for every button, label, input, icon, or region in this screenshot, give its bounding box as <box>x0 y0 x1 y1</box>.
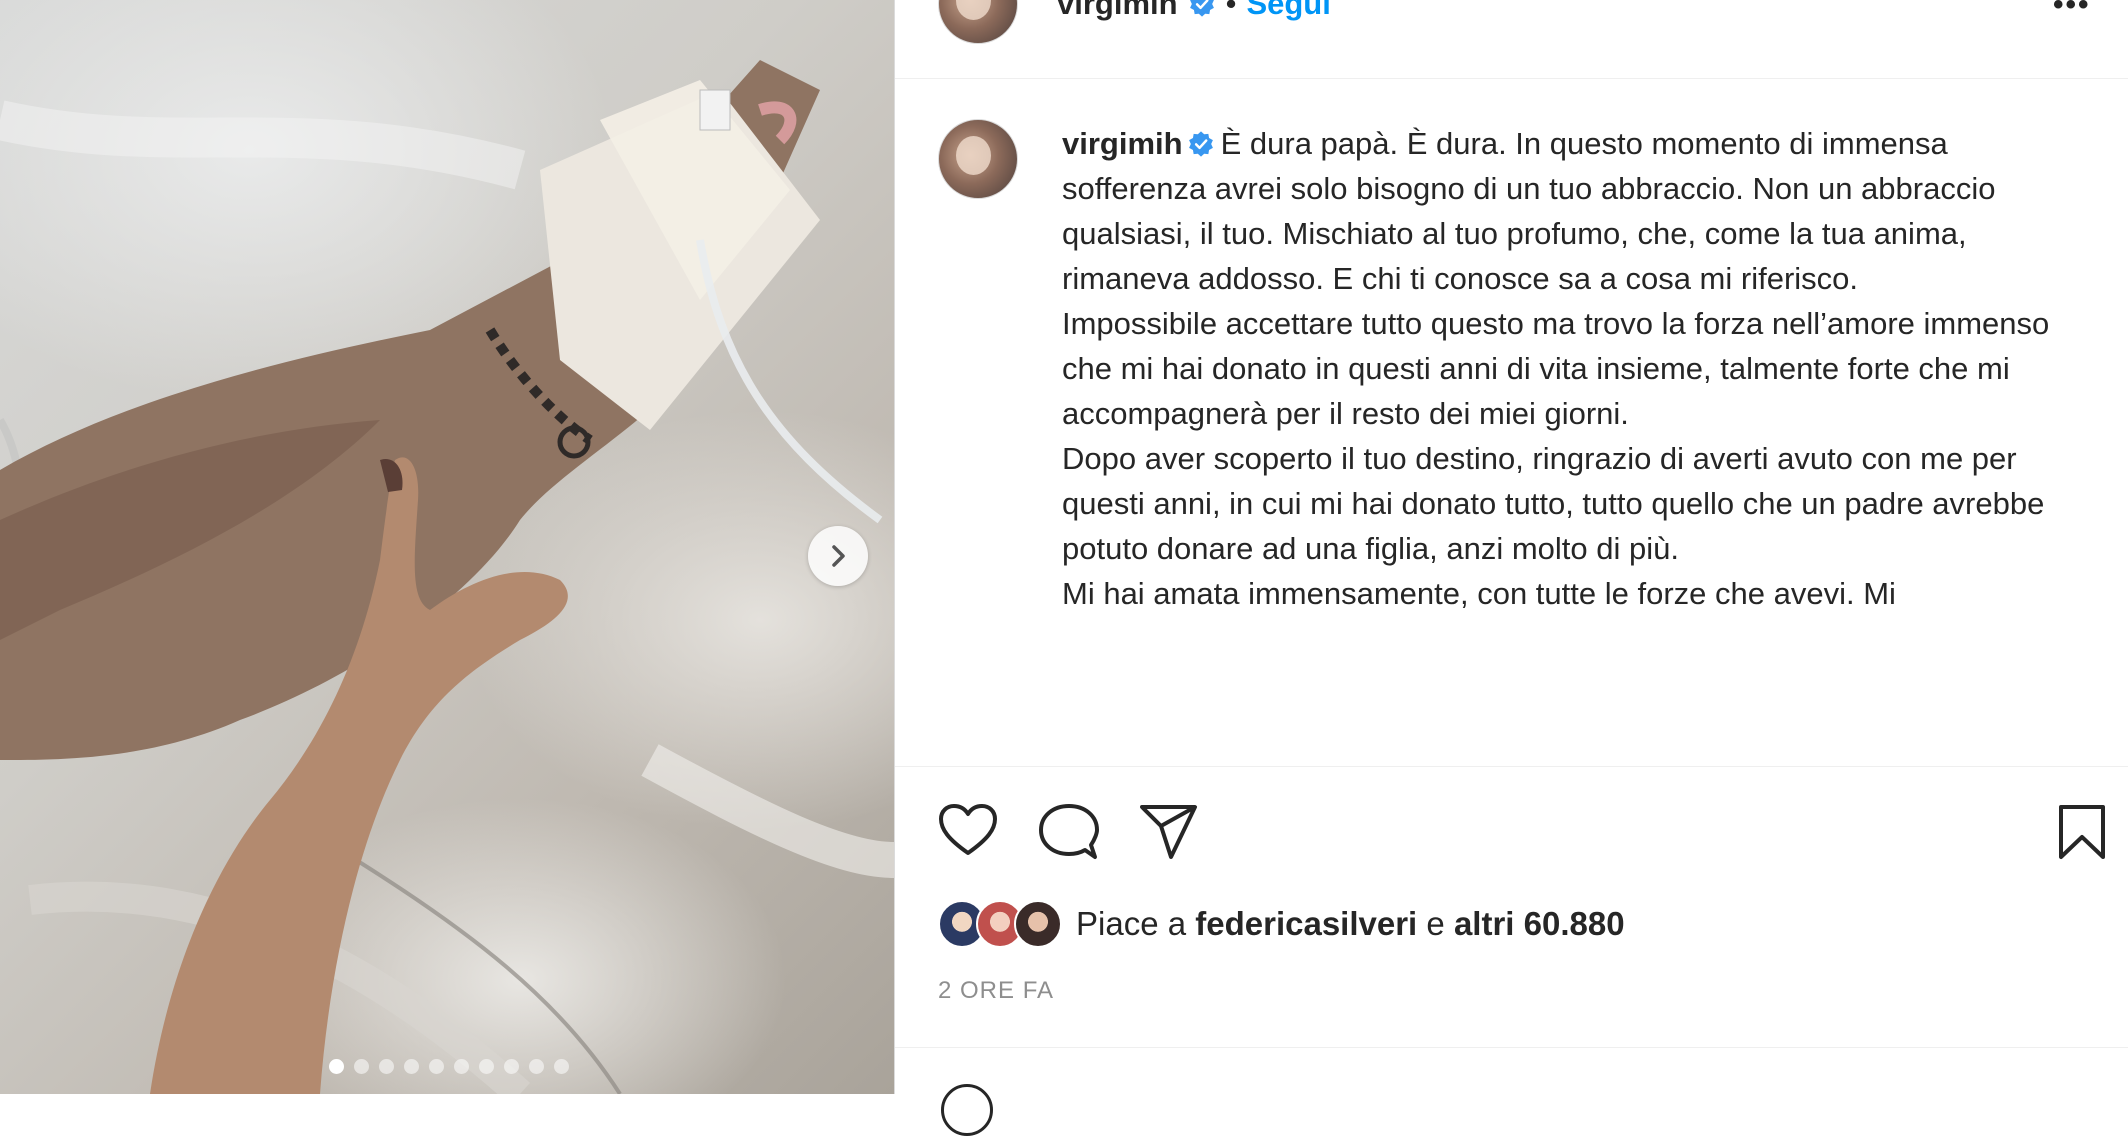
post-header: virgimih • Segui ••• <box>895 0 2128 79</box>
share-icon[interactable] <box>1139 804 1199 860</box>
caption-username[interactable]: virgimih <box>1062 126 1183 161</box>
heart-icon[interactable] <box>938 803 998 859</box>
caption-paragraph: virgimih È dura papà. È dura. In questo m… <box>1062 121 2082 301</box>
header-user-row: virgimih • Segui <box>1057 0 1331 22</box>
carousel-dot <box>404 1059 419 1074</box>
likes-row: Piace a federicasilveri e altri 60.880 <box>938 900 1625 948</box>
follow-button[interactable]: Segui <box>1246 0 1330 22</box>
emoji-icon[interactable] <box>941 1084 993 1136</box>
carousel-indicator <box>329 1059 569 1074</box>
liker-avatars[interactable] <box>938 900 1062 948</box>
first-liker-link[interactable]: federicasilveri <box>1195 905 1417 943</box>
author-avatar[interactable] <box>938 0 1018 44</box>
chevron-right-icon <box>832 545 845 567</box>
carousel-dot <box>329 1059 344 1074</box>
carousel-dot <box>429 1059 444 1074</box>
caption-paragraph: Impossibile accettare tutto questo ma tr… <box>1062 306 2050 431</box>
carousel-dot <box>354 1059 369 1074</box>
dot-separator: • <box>1225 0 1237 21</box>
carousel-dot <box>379 1059 394 1074</box>
caption-author-avatar[interactable] <box>938 119 1018 199</box>
verified-badge-icon <box>1189 0 1214 17</box>
next-slide-button[interactable] <box>808 526 868 586</box>
author-username[interactable]: virgimih <box>1057 0 1178 22</box>
likes-count-link[interactable]: altri 60.880 <box>1454 905 1625 943</box>
post-sidebar: virgimih • Segui ••• virgimih È dura papà… <box>894 0 2128 1136</box>
carousel-dot <box>454 1059 469 1074</box>
bookmark-icon[interactable] <box>2057 804 2107 860</box>
caption-text: virgimih È dura papà. È dura. In questo m… <box>1062 121 2082 616</box>
carousel-dot <box>479 1059 494 1074</box>
carousel-dot <box>554 1059 569 1074</box>
verified-badge-icon <box>1188 131 1213 157</box>
caption-area[interactable]: virgimih È dura papà. È dura. In questo m… <box>895 79 2128 766</box>
photo-scene <box>0 60 894 1094</box>
actions-divider <box>895 766 2128 767</box>
comment-icon[interactable] <box>1039 803 1099 861</box>
caption-paragraph: Dopo aver scoperto il tuo destino, ringr… <box>1062 441 2045 566</box>
liker-avatar <box>1014 900 1062 948</box>
likes-joiner: e <box>1426 905 1445 942</box>
carousel-dot <box>504 1059 519 1074</box>
carousel-dot <box>529 1059 544 1074</box>
more-options-button[interactable]: ••• <box>2053 0 2091 22</box>
comment-divider <box>895 1047 2128 1048</box>
likes-prefix: Piace a <box>1076 905 1187 942</box>
post-timestamp[interactable]: 2 ORE FA <box>938 977 1054 1005</box>
post-photo[interactable] <box>0 0 894 1094</box>
caption-paragraph: Mi hai amata immensamente, con tutte le … <box>1062 576 1896 611</box>
